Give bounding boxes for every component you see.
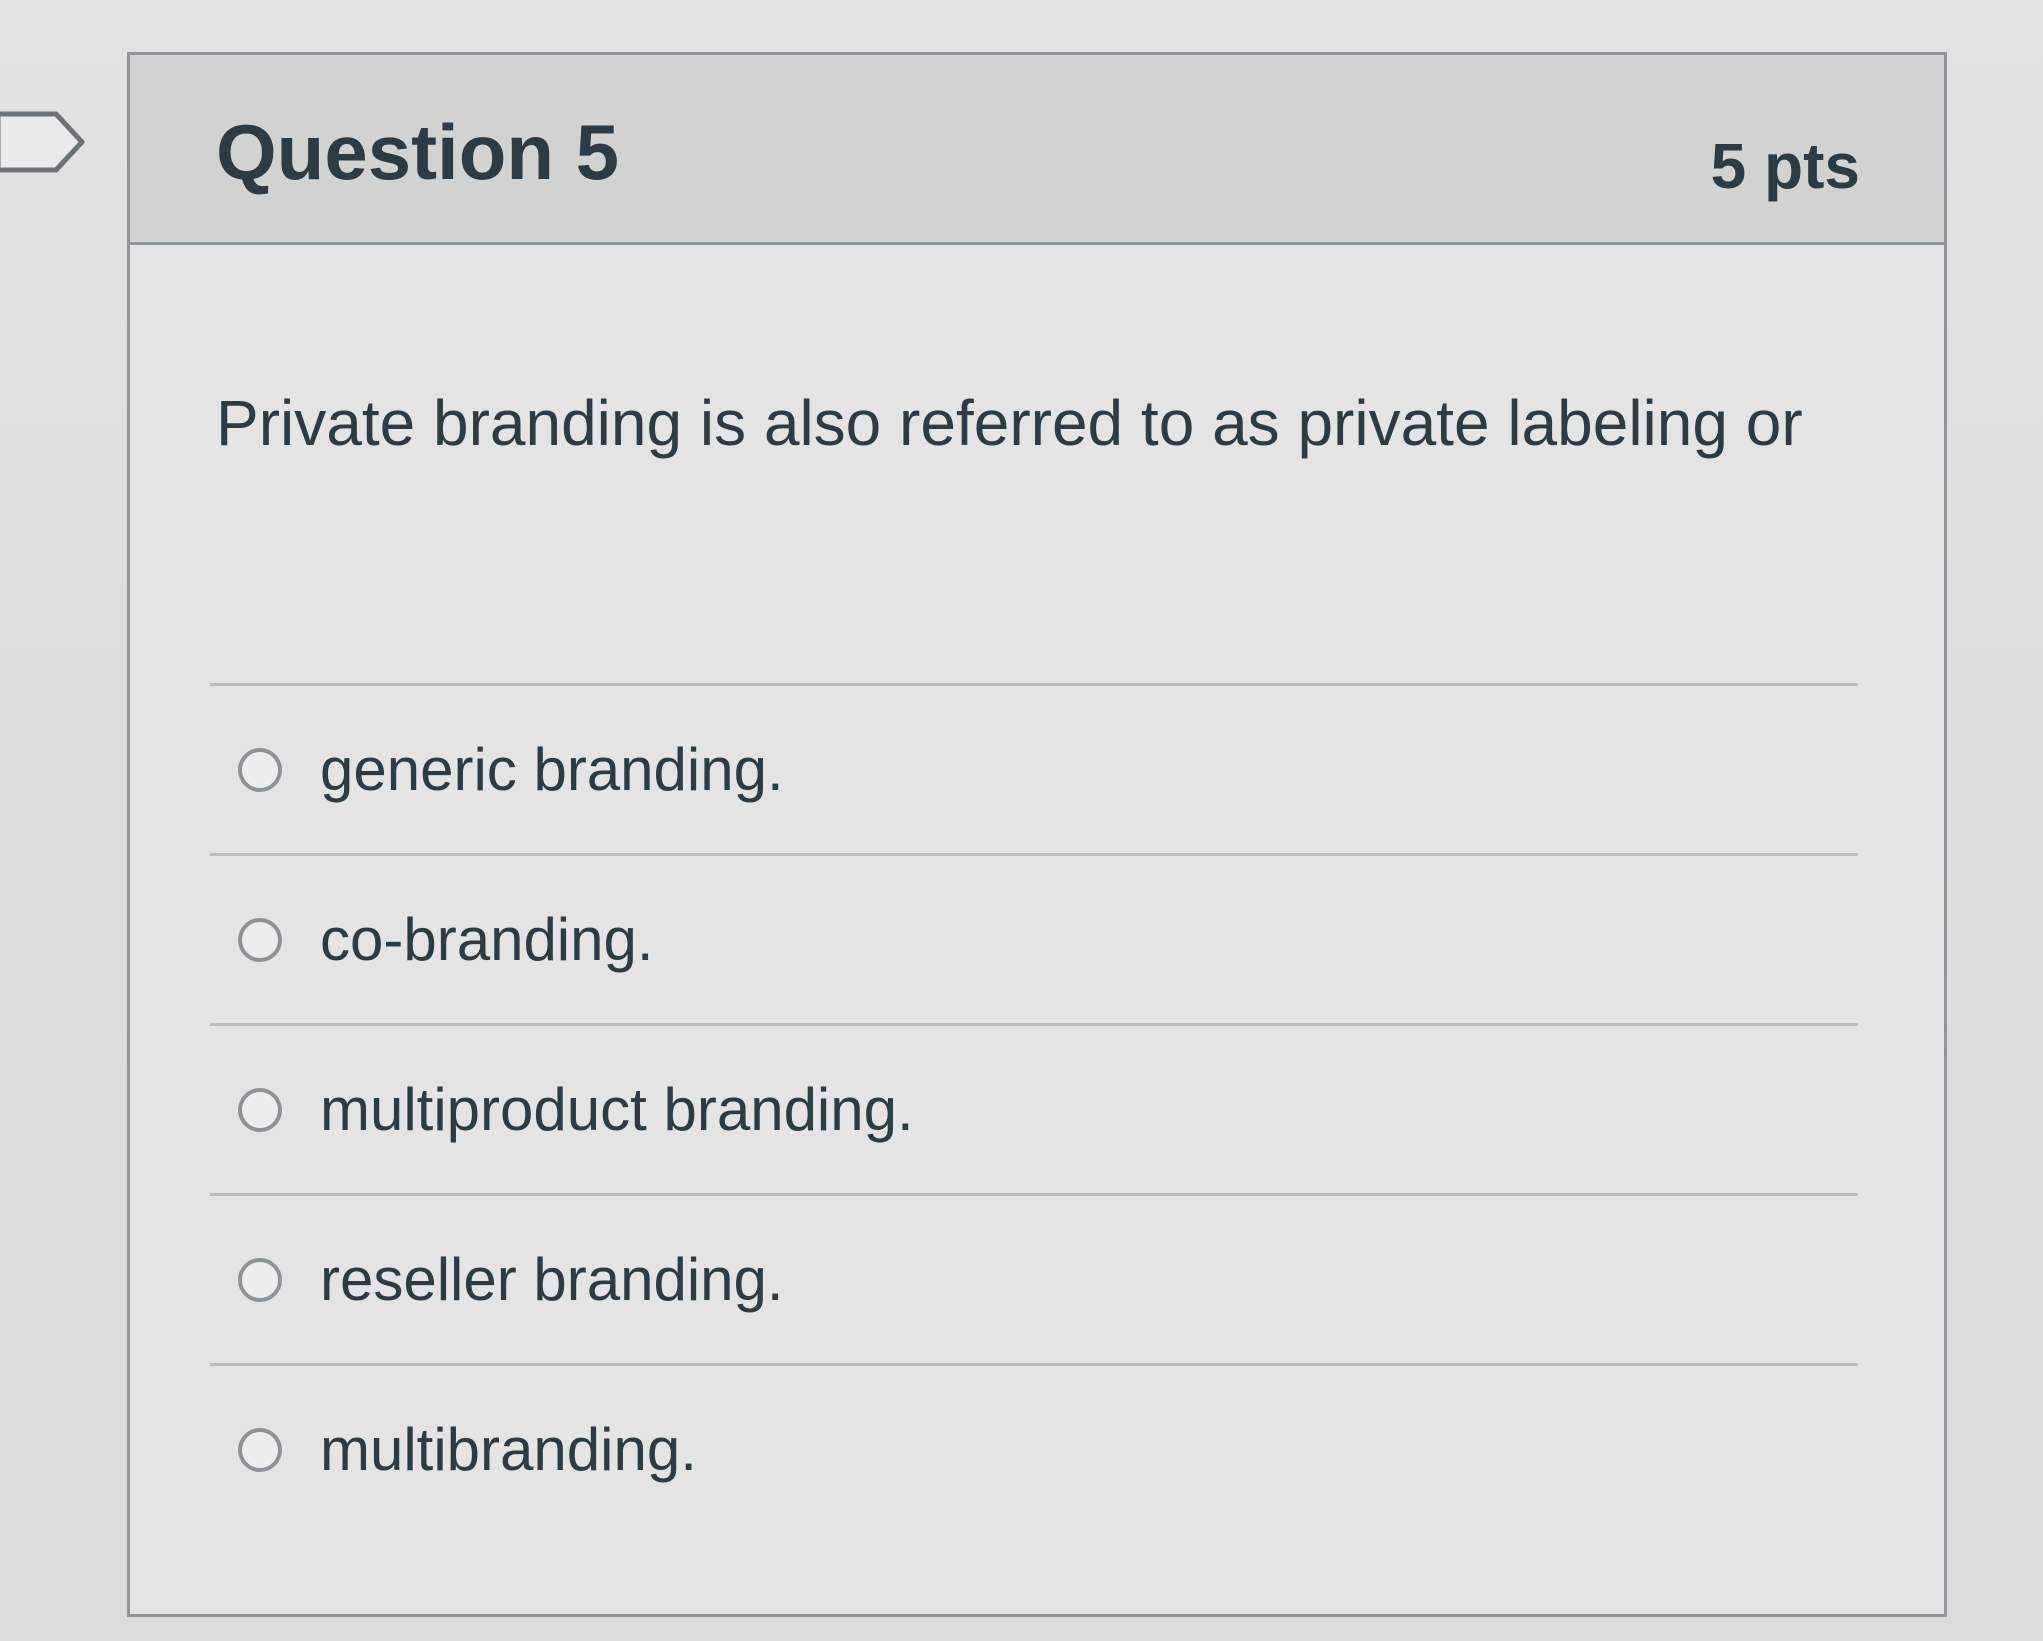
answer-label: multiproduct branding.: [320, 1076, 914, 1143]
radio-button[interactable]: [238, 1087, 282, 1132]
question-text: Private branding is also referred to as …: [216, 387, 1803, 459]
answer-label: generic branding.: [320, 736, 784, 803]
radio-button[interactable]: [238, 1257, 282, 1302]
question-header: Question 5 5 pts: [130, 55, 1944, 245]
answer-option-co-branding[interactable]: co-branding.: [210, 856, 1858, 1023]
answer-label: reseller branding.: [320, 1246, 784, 1313]
answer-option-multibranding[interactable]: multibranding.: [210, 1366, 1858, 1533]
answer-option-multiproduct-branding[interactable]: multiproduct branding.: [210, 1026, 1858, 1193]
question-title: Question 5: [216, 108, 620, 196]
answer-option-reseller-branding[interactable]: reseller branding.: [210, 1196, 1858, 1363]
answer-list: generic branding. co-branding. multiprod…: [210, 683, 1858, 1533]
question-points: 5 pts: [1710, 130, 1860, 202]
radio-button[interactable]: [238, 1427, 282, 1472]
answer-label: co-branding.: [320, 906, 654, 973]
question-card: Question 5 5 pts Private branding is als…: [127, 52, 1947, 1617]
answer-option-generic-branding[interactable]: generic branding.: [210, 686, 1858, 853]
answer-label: multibranding.: [320, 1416, 697, 1483]
flag-question-icon[interactable]: [0, 108, 90, 176]
radio-button[interactable]: [238, 917, 282, 962]
quiz-page: Question 5 5 pts Private branding is als…: [0, 0, 2043, 1641]
radio-button[interactable]: [238, 747, 282, 792]
